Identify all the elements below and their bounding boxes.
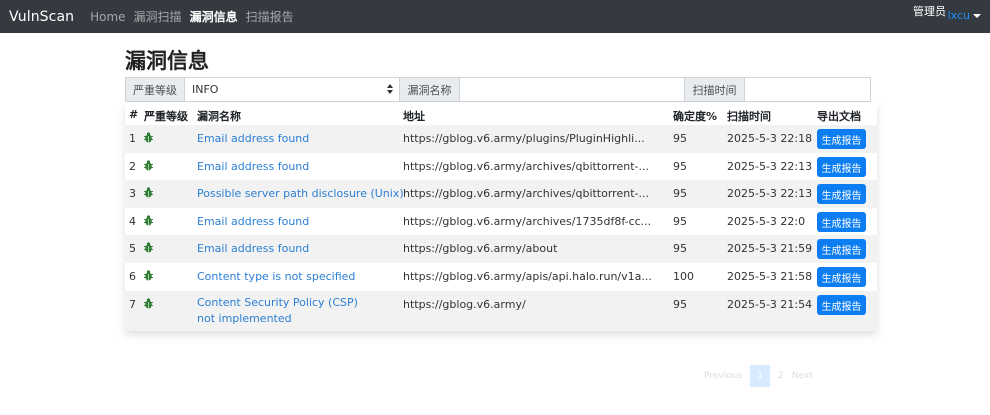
row-index: 1	[129, 132, 136, 145]
nav-vuln-scan[interactable]: 漏洞扫描	[134, 8, 182, 25]
filter-bar: 严重等级 INFO 漏洞名称 扫描时间	[125, 77, 871, 102]
table-row: 7 Content Security Policy (CSP) not imple…	[125, 291, 877, 331]
vuln-url: https://gblog.v6.army/archives/qbittorre…	[403, 160, 649, 173]
vuln-scan-time: 2025-5-3 22:0	[727, 215, 806, 228]
top-navbar: VulnScan Home 漏洞扫描 漏洞信息 扫描报告 管理员 lxcu	[0, 0, 990, 33]
table-row: 3 Possible server path disclosure (Unix) h…	[125, 180, 877, 208]
name-input[interactable]	[460, 77, 685, 102]
admin-label: 管理员	[913, 5, 946, 18]
th-export: 导出文档	[817, 110, 861, 123]
vuln-url: https://gblog.v6.army/plugins/PluginHigh…	[403, 132, 645, 145]
pagination: Previous 1 2 Next	[704, 365, 821, 387]
severity-select[interactable]: INFO	[185, 77, 400, 102]
caret-down-icon[interactable]	[973, 14, 981, 18]
generate-report-button[interactable]: 生成报告	[817, 184, 866, 204]
pagination-page-1[interactable]: 1	[750, 365, 771, 387]
row-index: 7	[129, 298, 136, 311]
th-index: #	[129, 108, 139, 121]
th-name: 漏洞名称	[197, 110, 241, 123]
time-label: 扫描时间	[685, 77, 745, 102]
table-row: 2 Email address found https://gblog.v6.arm…	[125, 153, 877, 181]
vuln-scan-time: 2025-5-3 21:59	[727, 242, 813, 255]
vuln-url: https://gblog.v6.army/about	[403, 242, 558, 255]
severity-label: 严重等级	[125, 77, 185, 102]
pagination-prev[interactable]: Previous	[704, 371, 742, 381]
table-row: 1 Email address found https://gblog.v6.arm…	[125, 125, 877, 153]
bug-icon	[144, 187, 153, 198]
th-confidence: 确定度%	[673, 110, 718, 123]
nav-scan-report[interactable]: 扫描报告	[246, 8, 294, 25]
row-index: 2	[129, 160, 136, 173]
row-index: 6	[129, 270, 136, 283]
generate-report-button[interactable]: 生成报告	[817, 157, 866, 177]
user-dropdown[interactable]: lxcu	[948, 9, 970, 22]
page-title: 漏洞信息	[125, 49, 209, 73]
th-url: 地址	[403, 110, 425, 123]
row-index: 5	[129, 242, 136, 255]
vuln-name-link[interactable]: Content Security Policy (CSP) not implem…	[197, 295, 372, 327]
nav-vuln-info[interactable]: 漏洞信息	[190, 8, 238, 25]
vuln-confidence: 100	[673, 270, 694, 283]
vuln-url: https://gblog.v6.army/apis/api.halo.run/…	[403, 270, 652, 283]
vuln-name-link[interactable]: Email address found	[197, 215, 309, 228]
table-header: # 严重等级 漏洞名称 地址 确定度% 扫描时间 导出文档	[125, 103, 877, 125]
bug-icon	[144, 270, 153, 281]
vuln-scan-time: 2025-5-3 22:18	[727, 132, 813, 145]
select-arrows-icon	[387, 84, 393, 94]
brand-logo[interactable]: VulnScan	[9, 9, 74, 25]
vuln-scan-time: 2025-5-3 21:58	[727, 270, 813, 283]
vuln-scan-time: 2025-5-3 21:54	[727, 298, 813, 311]
vuln-scan-time: 2025-5-3 22:13	[727, 160, 813, 173]
vuln-confidence: 95	[673, 298, 687, 311]
table-row: 6 Content type is not specified https://gb…	[125, 263, 877, 291]
vuln-confidence: 95	[673, 187, 687, 200]
vuln-url: https://gblog.v6.army/archives/qbittorre…	[403, 187, 649, 200]
table-row: 5 Email address found https://gblog.v6.arm…	[125, 235, 877, 263]
row-index: 3	[129, 187, 136, 200]
bug-icon	[144, 215, 153, 226]
vuln-name-link[interactable]: Email address found	[197, 242, 309, 255]
vuln-scan-time: 2025-5-3 22:13	[727, 187, 813, 200]
vuln-confidence: 95	[673, 160, 687, 173]
vuln-confidence: 95	[673, 215, 687, 228]
vuln-name-link[interactable]: Email address found	[197, 132, 309, 145]
vuln-url: https://gblog.v6.army/	[403, 298, 526, 311]
severity-select-value: INFO	[192, 83, 219, 96]
time-input[interactable]	[745, 77, 871, 102]
bug-icon	[144, 132, 153, 143]
vuln-table: # 严重等级 漏洞名称 地址 确定度% 扫描时间 导出文档 1 Email add…	[125, 103, 877, 331]
generate-report-button[interactable]: 生成报告	[817, 239, 866, 259]
th-severity: 严重等级	[144, 110, 188, 123]
vuln-url: https://gblog.v6.army/archives/1735df8f-…	[403, 215, 652, 228]
nav-home[interactable]: Home	[90, 10, 125, 24]
bug-icon	[144, 160, 153, 171]
bug-icon	[144, 242, 153, 253]
vuln-name-link[interactable]: Content type is not specified	[197, 270, 355, 283]
vuln-confidence: 95	[673, 132, 687, 145]
name-label: 漏洞名称	[400, 77, 460, 102]
row-index: 4	[129, 215, 136, 228]
generate-report-button[interactable]: 生成报告	[817, 295, 866, 315]
generate-report-button[interactable]: 生成报告	[817, 267, 866, 287]
table-row: 4 Email address found https://gblog.v6.arm…	[125, 208, 877, 236]
th-time: 扫描时间	[727, 110, 771, 123]
vuln-name-link[interactable]: Email address found	[197, 160, 309, 173]
generate-report-button[interactable]: 生成报告	[817, 212, 866, 232]
generate-report-button[interactable]: 生成报告	[817, 129, 866, 149]
vuln-name-link[interactable]: Possible server path disclosure (Unix)	[197, 187, 404, 200]
vuln-confidence: 95	[673, 242, 687, 255]
bug-icon	[144, 298, 153, 309]
pagination-page-2[interactable]: 2	[778, 371, 784, 381]
pagination-next[interactable]: Next	[792, 371, 813, 381]
